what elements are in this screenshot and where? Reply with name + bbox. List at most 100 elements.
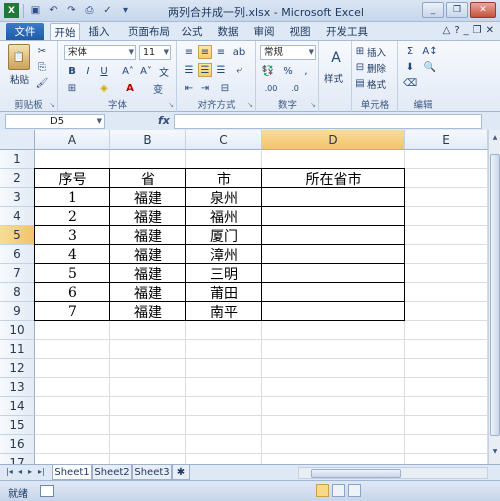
table-cell[interactable]: 1 <box>35 188 110 207</box>
italic-icon[interactable]: I <box>81 64 95 78</box>
decrease-font-icon[interactable]: A˅ <box>139 64 153 78</box>
worksheet-grid[interactable]: A B C D E 1 2 3 4 5 6 7 8 9 10 11 12 13 14 15 16 17 序号省市… <box>0 130 488 464</box>
table-cell[interactable]: 厦门 <box>186 226 262 245</box>
underline-icon[interactable]: U <box>97 64 111 78</box>
column-header-c[interactable]: C <box>186 130 262 150</box>
align-right-icon[interactable]: ☰ <box>214 63 228 77</box>
paste-button[interactable]: 粘贴 <box>10 72 29 86</box>
currency-icon[interactable]: 💱 <box>261 64 275 78</box>
insert-cells-button[interactable]: 插入 <box>367 45 386 59</box>
table-cell[interactable]: 福建 <box>110 302 186 321</box>
paste-icon[interactable]: 📋 <box>8 44 30 70</box>
table-cell[interactable] <box>262 207 405 226</box>
normal-view-icon[interactable] <box>316 484 329 497</box>
clear-icon[interactable]: ⌫ <box>403 77 417 89</box>
row-header[interactable]: 10 <box>0 321 35 340</box>
table-cell[interactable] <box>262 283 405 302</box>
styles-button[interactable]: 样式 <box>324 71 343 85</box>
align-bottom-icon[interactable]: ≡ <box>214 45 228 59</box>
decrease-indent-icon[interactable]: ⇤ <box>182 81 196 95</box>
help-icon[interactable]: ? <box>454 25 459 36</box>
row-header[interactable]: 17 <box>0 454 35 464</box>
table-cell[interactable]: 漳州 <box>186 245 262 264</box>
table-cell[interactable]: 三明 <box>186 264 262 283</box>
table-cell[interactable] <box>262 188 405 207</box>
wen-format-icon[interactable]: 变 <box>151 81 165 96</box>
percent-icon[interactable]: % <box>281 64 295 78</box>
table-cell[interactable]: 福建 <box>110 264 186 283</box>
workbook-minimize-icon[interactable]: _ <box>464 25 469 36</box>
vertical-scroll-thumb[interactable] <box>490 154 500 436</box>
table-cell[interactable]: 福建 <box>110 207 186 226</box>
row-header[interactable]: 13 <box>0 378 35 397</box>
table-cell[interactable]: 6 <box>35 283 110 302</box>
workbook-restore-icon[interactable]: ❐ <box>473 25 482 36</box>
format-cells-button[interactable]: 格式 <box>367 77 386 91</box>
undo-icon[interactable]: ↶ <box>46 3 61 18</box>
font-color-icon[interactable]: A <box>123 81 137 95</box>
column-header-b[interactable]: B <box>110 130 186 150</box>
table-cell[interactable] <box>262 226 405 245</box>
align-center-icon[interactable]: ☰ <box>198 63 212 77</box>
horizontal-scroll-thumb[interactable] <box>311 469 401 478</box>
column-header-a[interactable]: A <box>35 130 110 150</box>
insert-cells-icon[interactable]: ⊞ <box>355 45 365 57</box>
table-header-cell[interactable]: 所在省市 <box>262 169 405 188</box>
table-cell[interactable]: 3 <box>35 226 110 245</box>
comma-style-icon[interactable]: , <box>299 64 313 78</box>
row-header[interactable]: 11 <box>0 340 35 359</box>
tab-home[interactable]: 开始 <box>50 23 80 40</box>
sheet-tab-1[interactable]: Sheet1 <box>52 465 92 480</box>
workbook-close-icon[interactable]: ✕ <box>486 25 494 36</box>
ribbon-minimize-icon[interactable]: △ <box>443 25 451 36</box>
cut-icon[interactable]: ✂ <box>36 45 48 57</box>
delete-cells-icon[interactable]: ⊟ <box>355 61 365 73</box>
row-header[interactable]: 4 <box>0 207 35 226</box>
clipboard-launcher-icon[interactable]: ↘ <box>49 101 55 109</box>
table-cell[interactable]: 福建 <box>110 188 186 207</box>
excel-logo-icon[interactable]: X <box>4 3 19 18</box>
row-header[interactable]: 16 <box>0 435 35 454</box>
table-header-cell[interactable]: 序号 <box>35 169 110 188</box>
tab-view[interactable]: 视图 <box>286 23 314 40</box>
text-orientation-icon[interactable]: ab <box>232 45 246 59</box>
table-cell[interactable]: 福建 <box>110 245 186 264</box>
find-select-icon[interactable]: 🔍 <box>421 61 439 73</box>
border-icon[interactable]: ⊞ <box>65 81 79 95</box>
sheet-tab-2[interactable]: Sheet2 <box>92 465 132 480</box>
tab-insert[interactable]: 插入 <box>84 23 114 40</box>
column-header-d[interactable]: D <box>262 130 405 150</box>
table-cell[interactable]: 福州 <box>186 207 262 226</box>
table-cell[interactable]: 5 <box>35 264 110 283</box>
bold-icon[interactable]: B <box>65 64 79 78</box>
last-sheet-icon[interactable]: ▸| <box>38 467 45 476</box>
table-cell[interactable]: 2 <box>35 207 110 226</box>
row-header[interactable]: 9 <box>0 302 35 321</box>
row-header[interactable]: 14 <box>0 397 35 416</box>
insert-sheet-icon[interactable]: ✱ <box>172 465 190 480</box>
horizontal-scrollbar[interactable] <box>298 467 488 479</box>
row-header[interactable]: 5 <box>0 226 35 245</box>
wrap-text-icon[interactable]: ⤶ <box>232 63 246 77</box>
macro-record-icon[interactable] <box>40 485 54 497</box>
close-button[interactable]: ✕ <box>470 2 496 18</box>
sheet-tab-3[interactable]: Sheet3 <box>132 465 172 480</box>
redo-icon[interactable]: ↷ <box>64 3 79 18</box>
next-sheet-icon[interactable]: ▸ <box>28 467 32 476</box>
font-name-select[interactable]: 宋体 ▼ <box>64 45 136 60</box>
scroll-up-icon[interactable]: ▲ <box>490 132 500 142</box>
row-header[interactable]: 7 <box>0 264 35 283</box>
minimize-button[interactable]: _ <box>422 2 444 18</box>
table-header-cell[interactable]: 省 <box>110 169 186 188</box>
copy-icon[interactable]: ⎘ <box>36 61 48 73</box>
increase-indent-icon[interactable]: ⇥ <box>198 81 212 95</box>
tab-data[interactable]: 数据 <box>214 23 242 40</box>
vertical-scrollbar[interactable]: ▲ ▼ <box>488 130 500 464</box>
row-header[interactable]: 3 <box>0 188 35 207</box>
table-cell[interactable] <box>262 302 405 321</box>
decrease-decimal-icon[interactable]: .0 <box>285 81 305 95</box>
table-cell[interactable]: 南平 <box>186 302 262 321</box>
fill-color-icon[interactable]: ◈ <box>97 81 111 95</box>
page-layout-view-icon[interactable] <box>332 484 345 497</box>
merge-center-icon[interactable]: ⊟ <box>218 81 232 95</box>
